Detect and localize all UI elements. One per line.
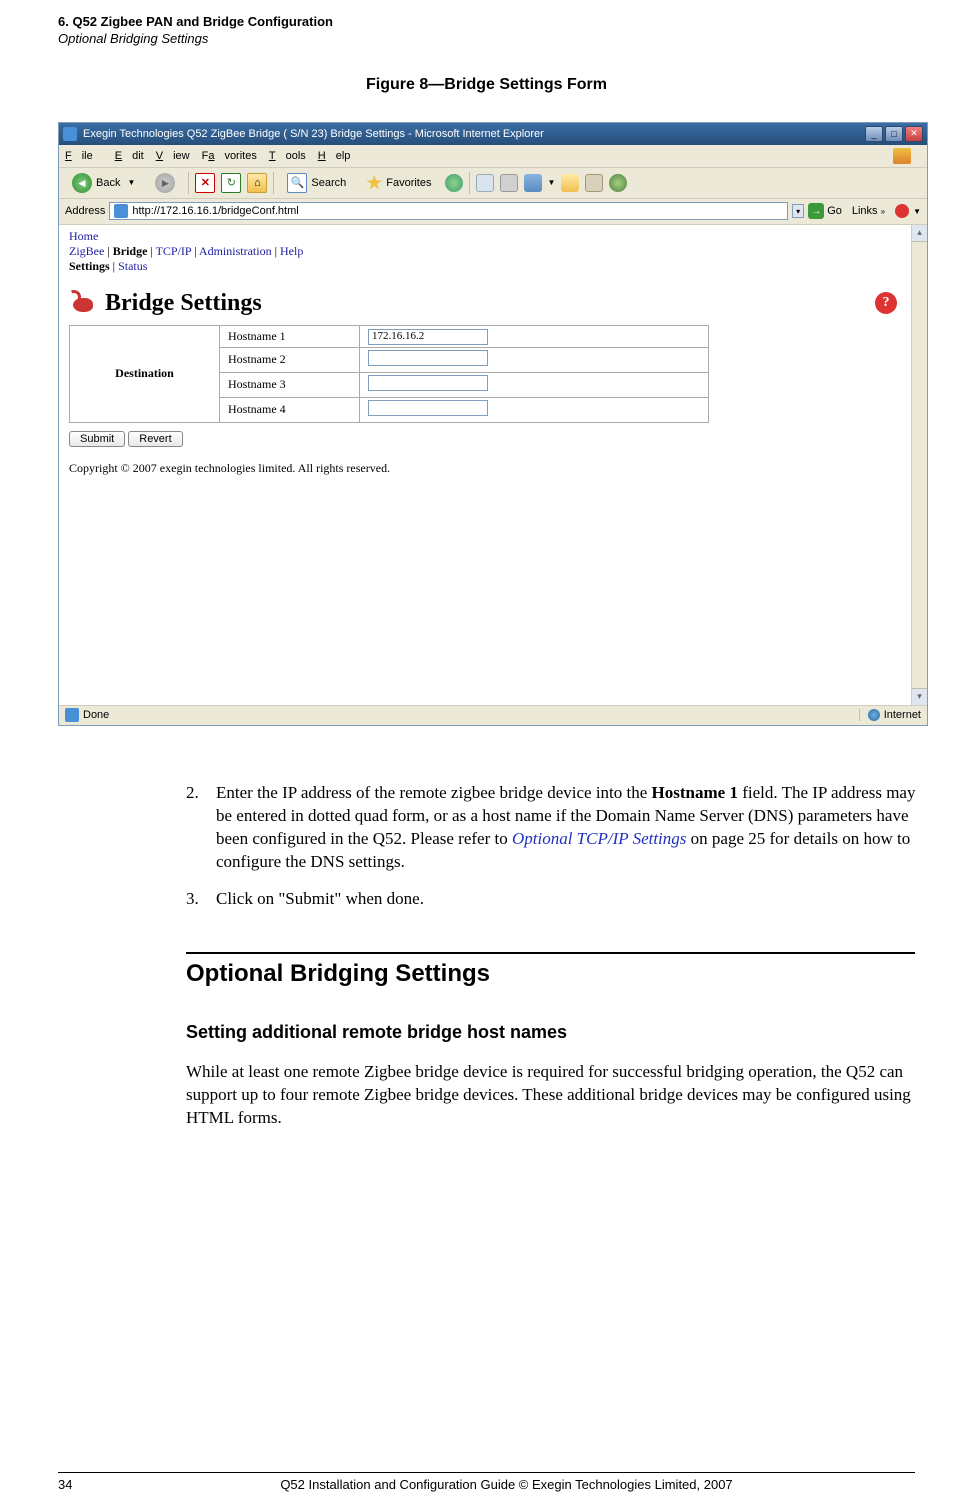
status-bar: Done Internet <box>59 705 927 725</box>
browser-screenshot: Exegin Technologies Q52 ZigBee Bridge ( … <box>58 122 928 726</box>
menu-favorites[interactable]: Favorites <box>202 150 257 162</box>
mail-icon[interactable] <box>476 174 494 192</box>
back-button[interactable]: ◄Back▼ <box>65 170 142 196</box>
figure-caption: Figure 8—Bridge Settings Form <box>58 76 915 94</box>
menu-tools[interactable]: Tools <box>269 150 306 162</box>
links-label[interactable]: Links » <box>852 205 885 217</box>
bridge-settings-form: Destination Hostname 1 172.16.16.2 Hostn… <box>69 325 709 423</box>
ie-icon <box>63 127 77 141</box>
exegin-logo-icon <box>69 290 95 316</box>
hostname-label: Hostname 4 <box>220 397 360 422</box>
discuss-icon[interactable] <box>585 174 603 192</box>
window-title: Exegin Technologies Q52 ZigBee Bridge ( … <box>83 128 865 140</box>
nav-settings[interactable]: Settings <box>69 259 110 273</box>
separator <box>469 172 470 194</box>
address-bar: Address http://172.16.16.1/bridgeConf.ht… <box>59 199 927 225</box>
nav-zigbee[interactable]: ZigBee <box>69 244 104 258</box>
help-icon[interactable]: ? <box>875 292 897 314</box>
done-icon <box>65 708 79 722</box>
security-zone: Internet <box>859 709 921 721</box>
destination-label: Destination <box>70 325 220 422</box>
nav-tcpip[interactable]: TCP/IP <box>156 244 192 258</box>
hostname-label: Hostname 3 <box>220 372 360 397</box>
edit-icon[interactable] <box>524 174 542 192</box>
hostname1-input[interactable]: 172.16.16.2 <box>368 329 488 345</box>
section-heading: Optional Bridging Settings <box>186 960 915 988</box>
revert-button[interactable]: Revert <box>128 431 182 447</box>
separator <box>188 172 189 194</box>
section-rule <box>186 952 915 954</box>
step-number: 2. <box>186 782 216 874</box>
step-text: Enter the IP address of the remote zigbe… <box>216 782 916 874</box>
nav-help[interactable]: Help <box>280 244 303 258</box>
footer-text: Q52 Installation and Configuration Guide… <box>98 1477 915 1492</box>
close-button[interactable]: ✕ <box>905 126 923 142</box>
hostname-label: Hostname 2 <box>220 347 360 372</box>
refresh-button[interactable]: ↻ <box>221 173 241 193</box>
messenger-icon[interactable] <box>609 174 627 192</box>
window-titlebar: Exegin Technologies Q52 ZigBee Bridge ( … <box>59 123 927 145</box>
instructions: 2. Enter the IP address of the remote zi… <box>186 782 916 911</box>
step-text: Click on "Submit" when done. <box>216 888 916 911</box>
maximize-button[interactable]: □ <box>885 126 903 142</box>
print-icon[interactable] <box>500 174 518 192</box>
page-number: 34 <box>58 1477 98 1492</box>
internet-zone-icon <box>868 709 880 721</box>
status-done: Done <box>83 709 109 721</box>
go-button[interactable]: →Go <box>808 203 842 219</box>
folder-icon[interactable] <box>561 174 579 192</box>
history-icon[interactable] <box>445 174 463 192</box>
menu-file[interactable]: File <box>65 150 103 162</box>
minimize-button[interactable]: _ <box>865 126 883 142</box>
hostname2-input[interactable] <box>368 350 488 366</box>
nav-home[interactable]: Home <box>69 229 98 243</box>
section-paragraph: While at least one remote Zigbee bridge … <box>186 1061 916 1130</box>
zone-label: Internet <box>884 709 921 721</box>
stop-button[interactable]: ✕ <box>195 173 215 193</box>
menu-help[interactable]: Help <box>318 150 351 162</box>
windows-flag-icon <box>893 148 911 164</box>
toolbar: ◄Back▼ ► ✕ ↻ ⌂ 🔍Search Favorites ▼ <box>59 167 927 199</box>
menu-view[interactable]: View <box>156 150 190 162</box>
hostname-label: Hostname 1 <box>220 325 360 347</box>
hostname4-input[interactable] <box>368 400 488 416</box>
header-line2: Optional Bridging Settings <box>58 31 915 48</box>
breadcrumb-nav: Home ZigBee | Bridge | TCP/IP | Administ… <box>69 229 917 274</box>
subsection-heading: Setting additional remote bridge host na… <box>186 1022 915 1043</box>
search-button[interactable]: 🔍Search <box>280 170 353 196</box>
page-title: Bridge Settings <box>105 290 262 317</box>
step-number: 3. <box>186 888 216 911</box>
url-text: http://172.16.16.1/bridgeConf.html <box>132 205 298 217</box>
submit-button[interactable]: Submit <box>69 431 125 447</box>
page-icon <box>114 204 128 218</box>
address-dropdown[interactable]: ▾ <box>792 204 804 218</box>
plugin-icon[interactable] <box>895 204 909 218</box>
hostname3-input[interactable] <box>368 375 488 391</box>
separator <box>273 172 274 194</box>
menu-bar: File Edit View Favorites Tools Help <box>59 145 927 167</box>
forward-button[interactable]: ► <box>148 170 182 196</box>
nav-admin[interactable]: Administration <box>199 244 272 258</box>
page-header: 6. Q52 Zigbee PAN and Bridge Configurati… <box>58 14 915 48</box>
menu-edit[interactable]: Edit <box>115 150 144 162</box>
nav-bridge[interactable]: Bridge <box>113 244 148 258</box>
page-viewport: Home ZigBee | Bridge | TCP/IP | Administ… <box>59 225 927 705</box>
scrollbar[interactable] <box>911 225 927 705</box>
address-input[interactable]: http://172.16.16.1/bridgeConf.html <box>109 202 788 220</box>
favorites-button[interactable]: Favorites <box>359 172 438 194</box>
copyright-text: Copyright © 2007 exegin technologies lim… <box>69 461 917 476</box>
nav-status[interactable]: Status <box>118 259 147 273</box>
header-line1: 6. Q52 Zigbee PAN and Bridge Configurati… <box>58 14 915 31</box>
page-footer: 34 Q52 Installation and Configuration Gu… <box>58 1472 915 1492</box>
link-tcpip-settings[interactable]: Optional TCP/IP Settings <box>512 829 686 848</box>
address-label: Address <box>65 205 105 217</box>
home-button[interactable]: ⌂ <box>247 173 267 193</box>
